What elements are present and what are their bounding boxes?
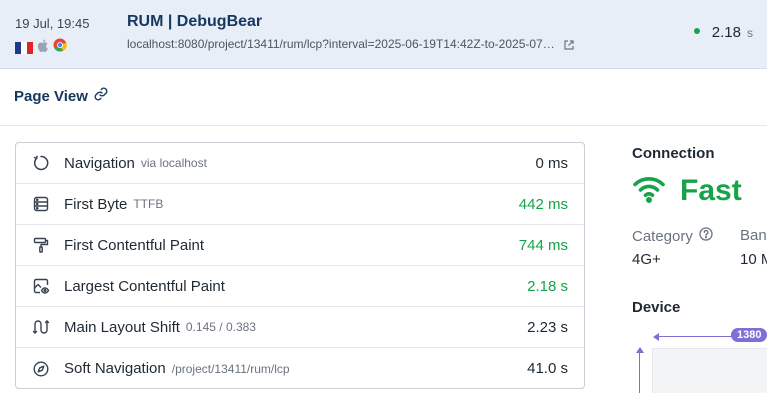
connection-speed-label: Fast (680, 174, 742, 207)
navigation-icon (32, 154, 50, 172)
visitor-info (15, 38, 67, 57)
page-view-title[interactable]: Page View (14, 88, 88, 105)
timing-label: Largest Contentful Paint (64, 277, 225, 295)
category-label-text: Category (632, 227, 693, 245)
bandwidth-label: Ban (740, 227, 767, 244)
page-url[interactable]: localhost:8080/project/13411/rum/lcp?int… (127, 37, 574, 53)
timing-value: 2.18 s (527, 277, 568, 295)
page-url-text[interactable]: localhost:8080/project/13411/rum/lcp?int… (127, 37, 555, 51)
timings-table: Navigation via localhost 0 ms First Byte… (15, 142, 585, 389)
width-line (656, 336, 736, 337)
server-icon (32, 195, 50, 213)
timing-row-soft-navigation[interactable]: Soft Navigation /project/13411/rum/lcp 4… (16, 348, 584, 389)
width-badge: 1380 (731, 328, 767, 342)
top-bar: 19 Jul, 19:45 RUM | DebugBear localhost:… (0, 0, 767, 69)
device-title: Device (632, 299, 681, 316)
timing-value: 41.0 s (527, 360, 568, 377)
timing-row-fcp[interactable]: First Contentful Paint 744 ms (16, 225, 584, 266)
page-view-header[interactable]: Page View (14, 87, 108, 105)
paint-roller-icon (32, 236, 50, 254)
bandwidth-value: 10 M (740, 251, 767, 268)
help-icon[interactable] (699, 227, 713, 245)
status-dot-icon (693, 28, 700, 34)
compass-icon (32, 360, 50, 378)
timing-row-lcp[interactable]: Largest Contentful Paint 2.18 s (16, 266, 584, 307)
timing-value: 442 ms (518, 195, 568, 213)
france-flag-icon (15, 41, 33, 54)
lcp-value: 2.18 (711, 24, 741, 41)
link-icon[interactable] (94, 87, 108, 105)
height-arrow-icon (636, 347, 644, 353)
category-label: Category (632, 227, 713, 245)
timing-sub: /project/13411/rum/lcp (171, 361, 290, 376)
timing-label: First Byte (64, 195, 128, 213)
apple-icon (37, 39, 49, 57)
lcp-unit: s (747, 26, 753, 40)
width-arrow-icon (653, 333, 659, 341)
connection-speed: Fast (632, 174, 742, 208)
session-date: 19 Jul, 19:45 (15, 16, 90, 31)
timing-label: First Contentful Paint (64, 236, 205, 254)
chrome-icon (53, 38, 67, 57)
timing-value: 0 ms (535, 154, 568, 172)
page-title-link[interactable]: RUM | DebugBear (127, 13, 262, 31)
timing-row-first-byte[interactable]: First Byte TTFB 442 ms (16, 184, 584, 225)
layout-shift-icon (32, 318, 50, 336)
lcp-metric: 2.18 s (693, 24, 753, 41)
category-value: 4G+ (632, 251, 661, 268)
height-line (639, 352, 640, 393)
image-eye-icon (32, 277, 50, 295)
timing-sub: via localhost (140, 156, 207, 170)
timing-sub: TTFB (133, 197, 164, 211)
divider (0, 125, 767, 126)
timing-label: Navigation (64, 154, 135, 172)
external-link-icon[interactable] (564, 39, 574, 53)
timing-value: 744 ms (518, 236, 568, 254)
timing-label: Main Layout Shift (64, 318, 180, 336)
timing-row-layout-shift[interactable]: Main Layout Shift 0.145 / 0.383 2.23 s (16, 307, 584, 348)
timing-label: Soft Navigation (64, 360, 166, 377)
timing-value: 2.23 s (527, 318, 568, 336)
timing-row-navigation[interactable]: Navigation via localhost 0 ms (16, 143, 584, 184)
timing-sub: 0.145 / 0.383 (185, 320, 256, 334)
wifi-icon (632, 175, 666, 208)
device-viewport (652, 348, 767, 393)
connection-title: Connection (632, 145, 715, 162)
